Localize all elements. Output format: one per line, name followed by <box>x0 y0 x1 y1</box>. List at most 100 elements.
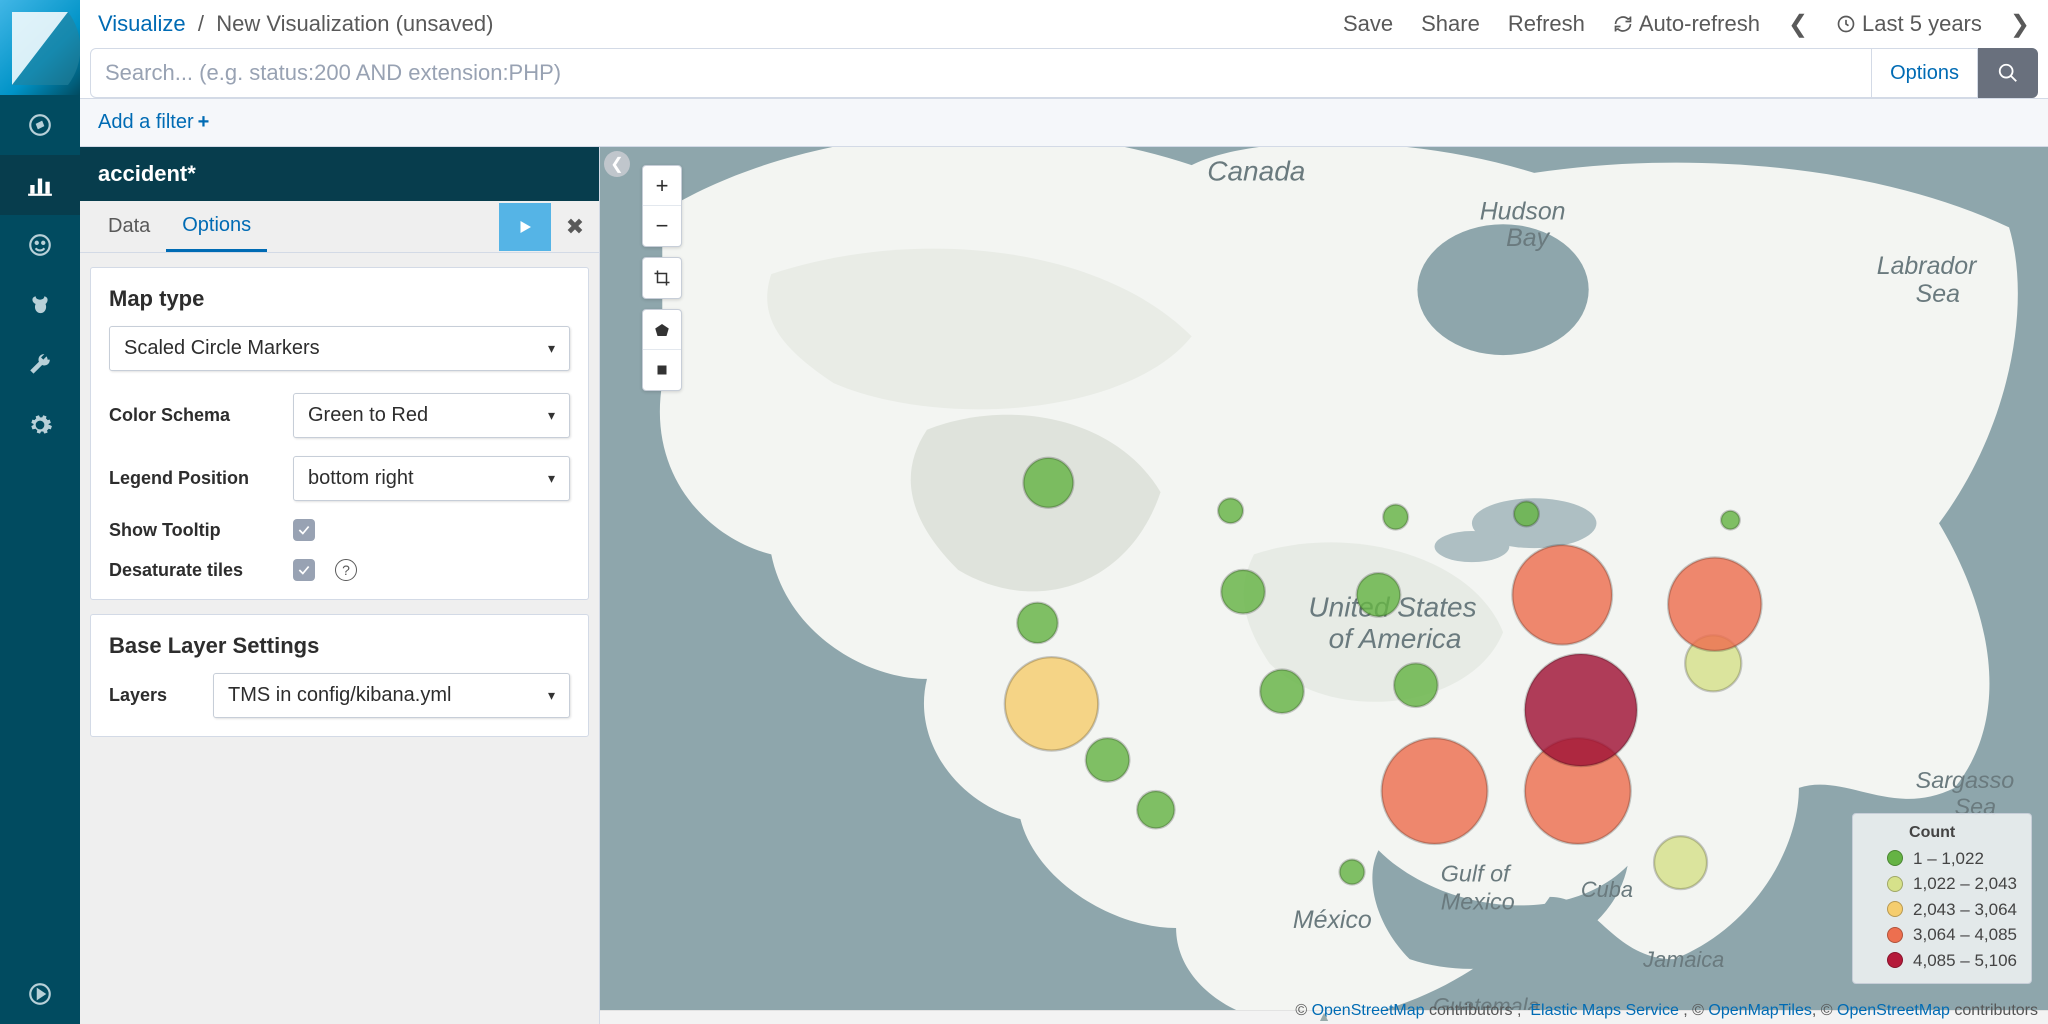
show-tooltip-checkbox[interactable] <box>293 519 315 541</box>
search-icon <box>1997 62 2019 84</box>
map-data-circle[interactable] <box>1383 505 1408 530</box>
map-legend: Count 1 – 1,0221,022 – 2,0432,043 – 3,06… <box>1852 813 2032 985</box>
map-data-circle[interactable] <box>1024 458 1074 508</box>
check-icon <box>297 523 311 537</box>
map-data-circle[interactable] <box>1086 738 1130 782</box>
map-data-circle[interactable] <box>1721 511 1740 530</box>
discard-changes-button[interactable]: ✖ <box>551 214 599 240</box>
timepicker[interactable]: Last 5 years <box>1836 11 1982 37</box>
viz-config-panel: accident* Data Options ✖ Map type <box>80 147 600 1024</box>
desaturate-checkbox[interactable] <box>293 559 315 581</box>
map-data-circle[interactable] <box>1260 670 1304 714</box>
legend-title: Count <box>1909 824 2017 842</box>
legend-label: 1,022 – 2,043 <box>1913 871 2017 897</box>
help-icon[interactable]: ? <box>335 559 357 581</box>
draw-rectangle-button[interactable] <box>643 350 681 390</box>
index-pattern-header[interactable]: accident* <box>80 147 599 201</box>
plus-icon: + <box>198 111 210 133</box>
map-data-circle[interactable] <box>1394 663 1438 707</box>
clock-icon <box>1836 14 1856 34</box>
refresh-button[interactable]: Refresh <box>1508 11 1585 37</box>
breadcrumb-root[interactable]: Visualize <box>98 11 186 36</box>
caret-icon: ▾ <box>548 470 555 487</box>
attr-omt-link[interactable]: OpenMapTiles <box>1708 1002 1811 1019</box>
save-button[interactable]: Save <box>1343 11 1393 37</box>
add-filter-button[interactable]: Add a filter+ <box>98 111 209 133</box>
map-data-circle[interactable] <box>1005 657 1098 750</box>
color-schema-select[interactable]: Green to Red▾ <box>293 393 570 438</box>
time-prev-button[interactable]: ❮ <box>1788 10 1808 39</box>
map-data-circle[interactable] <box>1512 545 1612 645</box>
time-next-button[interactable]: ❯ <box>2010 10 2030 39</box>
map-options-card: Map type Scaled Circle Markers▾ Color Sc… <box>90 267 589 600</box>
breadcrumb-current: New Visualization (unsaved) <box>216 11 493 36</box>
map-collapse-icon[interactable]: ▲ <box>1317 1008 1331 1024</box>
map-type-select[interactable]: Scaled Circle Markers▾ <box>109 326 570 371</box>
svg-text:Bay: Bay <box>1506 224 1550 252</box>
map-canvas: Canada Hudson Bay Labrador Sea United St… <box>600 147 2048 1024</box>
breadcrumb: Visualize / New Visualization (unsaved) <box>98 11 493 37</box>
legend-label: 3,064 – 4,085 <box>1913 922 2017 948</box>
apply-changes-button[interactable] <box>499 203 551 251</box>
map-data-circle[interactable] <box>1514 501 1539 526</box>
map-data-circle[interactable] <box>1137 791 1174 828</box>
tab-options[interactable]: Options <box>166 202 267 252</box>
nav-management[interactable] <box>0 395 80 455</box>
map-label-labrador: Labrador <box>1877 252 1978 280</box>
share-button[interactable]: Share <box>1421 11 1480 37</box>
color-schema-label: Color Schema <box>109 405 279 426</box>
attr-osm2-link[interactable]: OpenStreetMap <box>1837 1002 1950 1019</box>
map-label-mexico: México <box>1293 906 1372 934</box>
draw-polygon-button[interactable] <box>643 310 681 350</box>
nav-collapse[interactable] <box>0 964 80 1024</box>
zoom-out-button[interactable]: − <box>643 206 681 246</box>
autorefresh-button[interactable]: Auto-refresh <box>1613 11 1760 37</box>
legend-swatch <box>1887 850 1903 866</box>
search-input[interactable] <box>105 60 1857 86</box>
map-data-circle[interactable] <box>1340 860 1365 885</box>
map-data-circle[interactable] <box>1221 570 1265 614</box>
map-visualization[interactable]: ❮ C <box>600 147 2048 1024</box>
map-data-circle[interactable] <box>1525 654 1637 766</box>
map-label-jamaica: Jamaica <box>1642 947 1724 972</box>
map-back-button[interactable]: ❮ <box>604 151 630 177</box>
map-data-circle[interactable] <box>1668 557 1761 650</box>
svg-text:Sea: Sea <box>1916 280 1960 308</box>
map-label-cuba: Cuba <box>1581 877 1633 902</box>
map-data-circle[interactable] <box>1218 498 1243 523</box>
pentagon-icon <box>653 321 671 339</box>
show-tooltip-label: Show Tooltip <box>109 520 279 541</box>
kibana-logo[interactable] <box>0 0 80 95</box>
map-label-hudson: Hudson <box>1480 198 1566 226</box>
map-data-circle[interactable] <box>1357 573 1401 617</box>
nav-discover[interactable] <box>0 95 80 155</box>
fit-bounds-button[interactable] <box>643 258 681 298</box>
zoom-in-button[interactable]: + <box>643 166 681 206</box>
search-options-link[interactable]: Options <box>1872 48 1978 98</box>
caret-icon: ▾ <box>548 407 555 424</box>
legend-swatch <box>1887 901 1903 917</box>
legend-row: 3,064 – 4,085 <box>1863 922 2017 948</box>
svg-text:of America: of America <box>1329 623 1462 654</box>
crop-icon <box>653 269 671 287</box>
nav-timelion[interactable] <box>0 275 80 335</box>
attr-ems-link[interactable]: Elastic Maps Service <box>1530 1002 1679 1019</box>
nav-visualize[interactable] <box>0 155 80 215</box>
map-label-sargasso: Sargasso <box>1916 767 2015 793</box>
map-data-circle[interactable] <box>1017 603 1057 643</box>
nav-devtools[interactable] <box>0 335 80 395</box>
layers-select[interactable]: TMS in config/kibana.yml▾ <box>213 673 570 718</box>
map-label-gulf: Gulf of <box>1441 860 1512 886</box>
tab-data[interactable]: Data <box>92 203 166 250</box>
map-data-circle[interactable] <box>1654 836 1707 889</box>
legend-position-select[interactable]: bottom right▾ <box>293 456 570 501</box>
legend-label: 1 – 1,022 <box>1913 846 1984 872</box>
refresh-icon <box>1613 14 1633 34</box>
map-data-circle[interactable] <box>1382 738 1488 844</box>
search-input-wrapper <box>90 48 1872 98</box>
search-submit-button[interactable] <box>1978 48 2038 98</box>
nav-dashboard[interactable] <box>0 215 80 275</box>
legend-row: 4,085 – 5,106 <box>1863 948 2017 974</box>
legend-row: 2,043 – 3,064 <box>1863 897 2017 923</box>
legend-swatch <box>1887 876 1903 892</box>
